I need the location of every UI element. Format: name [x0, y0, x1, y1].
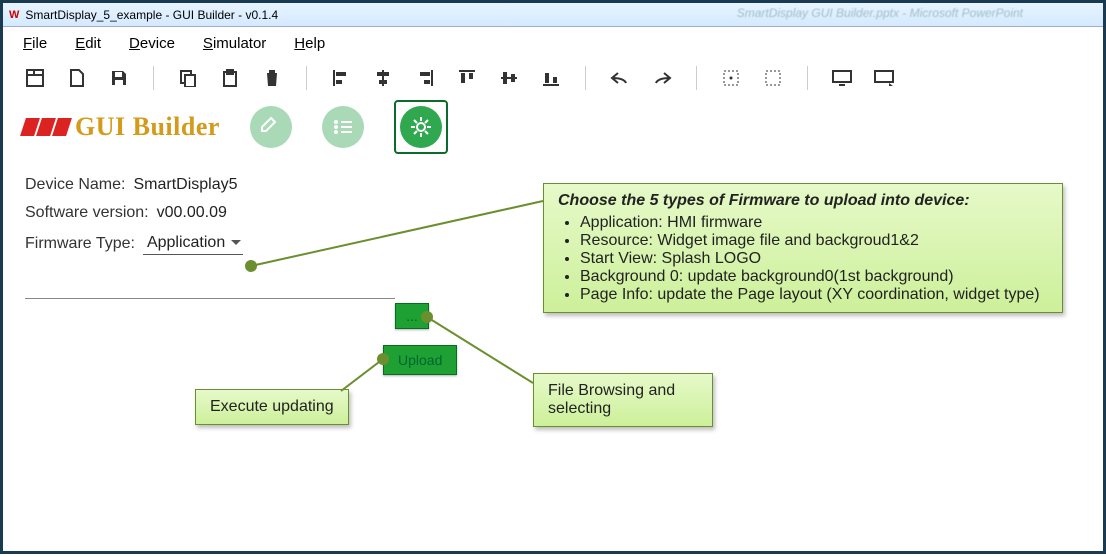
callout-item: Resource: Widget image file and backgrou…	[580, 232, 1048, 250]
menu-device[interactable]: Device	[129, 35, 175, 52]
monitor-arrow-icon[interactable]	[872, 66, 896, 90]
callout-upload-text: Execute updating	[210, 398, 334, 415]
copy-icon[interactable]	[176, 66, 200, 90]
menu-help[interactable]: Help	[294, 35, 325, 52]
menu-file[interactable]: File	[23, 35, 47, 52]
mode-design-button[interactable]	[250, 106, 292, 148]
toolbar	[3, 60, 1103, 96]
mode-firmware-button-selected[interactable]	[394, 100, 448, 154]
window-title: SmartDisplay_5_example - GUI Builder - v…	[25, 8, 278, 22]
selection-dashed-icon[interactable]	[761, 66, 785, 90]
mode-list-button[interactable]	[322, 106, 364, 148]
menu-edit[interactable]: Edit	[75, 35, 101, 52]
align-top-icon[interactable]	[455, 66, 479, 90]
undo-icon[interactable]	[608, 66, 632, 90]
delete-icon[interactable]	[260, 66, 284, 90]
mode-row: GUI Builder	[3, 96, 1103, 162]
software-version-label: Software version:	[25, 204, 149, 222]
toolbar-separator	[696, 66, 697, 90]
menubar: File Edit Device Simulator Help	[3, 27, 1103, 60]
callout-item: Background 0: update background0(1st bac…	[580, 268, 1048, 286]
align-left-icon[interactable]	[329, 66, 353, 90]
callout-firmware-list: Application: HMI firmware Resource: Widg…	[558, 214, 1048, 304]
selection-icon[interactable]	[719, 66, 743, 90]
menu-device-label: evice	[140, 35, 175, 52]
file-icon[interactable]	[65, 66, 89, 90]
callout-item: Start View: Splash LOGO	[580, 250, 1048, 268]
device-name-label: Device Name:	[25, 176, 125, 194]
callout-firmware-types: Choose the 5 types of Firmware to upload…	[543, 183, 1063, 313]
menu-file-label: ile	[32, 35, 47, 52]
background-window-title: SmartDisplay GUI Builder.pptx - Microsof…	[737, 6, 1023, 20]
toolbar-separator	[807, 66, 808, 90]
align-center-v-icon[interactable]	[497, 66, 521, 90]
align-center-h-icon[interactable]	[371, 66, 395, 90]
callout-item: Page Info: update the Page layout (XY co…	[580, 286, 1048, 304]
brand-logo: GUI Builder	[23, 112, 220, 142]
toolbar-separator	[306, 66, 307, 90]
toolbar-separator	[585, 66, 586, 90]
menu-help-label: elp	[305, 35, 325, 52]
paste-icon[interactable]	[218, 66, 242, 90]
gear-icon	[400, 106, 442, 148]
menu-edit-label: dit	[85, 35, 101, 52]
redo-icon[interactable]	[650, 66, 674, 90]
align-right-icon[interactable]	[413, 66, 437, 90]
titlebar: W SmartDisplay_5_example - GUI Builder -…	[3, 3, 1103, 27]
firmware-type-dropdown[interactable]: Application	[143, 232, 243, 255]
callout-upload: Execute updating	[195, 389, 349, 425]
firmware-type-value: Application	[147, 234, 225, 251]
callout-firmware-title: Choose the 5 types of Firmware to upload…	[558, 192, 1048, 210]
monitor-icon[interactable]	[830, 66, 854, 90]
save-icon[interactable]	[107, 66, 131, 90]
app-icon: W	[9, 9, 19, 21]
brand-name: GUI Builder	[75, 112, 220, 142]
upload-button[interactable]: Upload	[383, 345, 457, 375]
callout-browse: File Browsing and selecting	[533, 373, 713, 427]
menu-simulator[interactable]: Simulator	[203, 35, 266, 52]
new-project-icon[interactable]	[23, 66, 47, 90]
toolbar-separator	[153, 66, 154, 90]
firmware-type-label: Firmware Type:	[25, 235, 135, 253]
align-bottom-icon[interactable]	[539, 66, 563, 90]
menu-simulator-label: imulator	[213, 35, 266, 52]
callout-item: Application: HMI firmware	[580, 214, 1048, 232]
browse-button-label: ...	[406, 308, 418, 324]
callout-browse-text: File Browsing and selecting	[548, 382, 675, 417]
firmware-path-input[interactable]	[25, 283, 395, 299]
device-name-value: SmartDisplay5	[133, 176, 237, 194]
brand-logo-icon	[23, 118, 69, 136]
browse-button[interactable]: ...	[395, 303, 429, 329]
upload-button-label: Upload	[398, 352, 442, 368]
software-version-value: v00.00.09	[157, 204, 227, 222]
